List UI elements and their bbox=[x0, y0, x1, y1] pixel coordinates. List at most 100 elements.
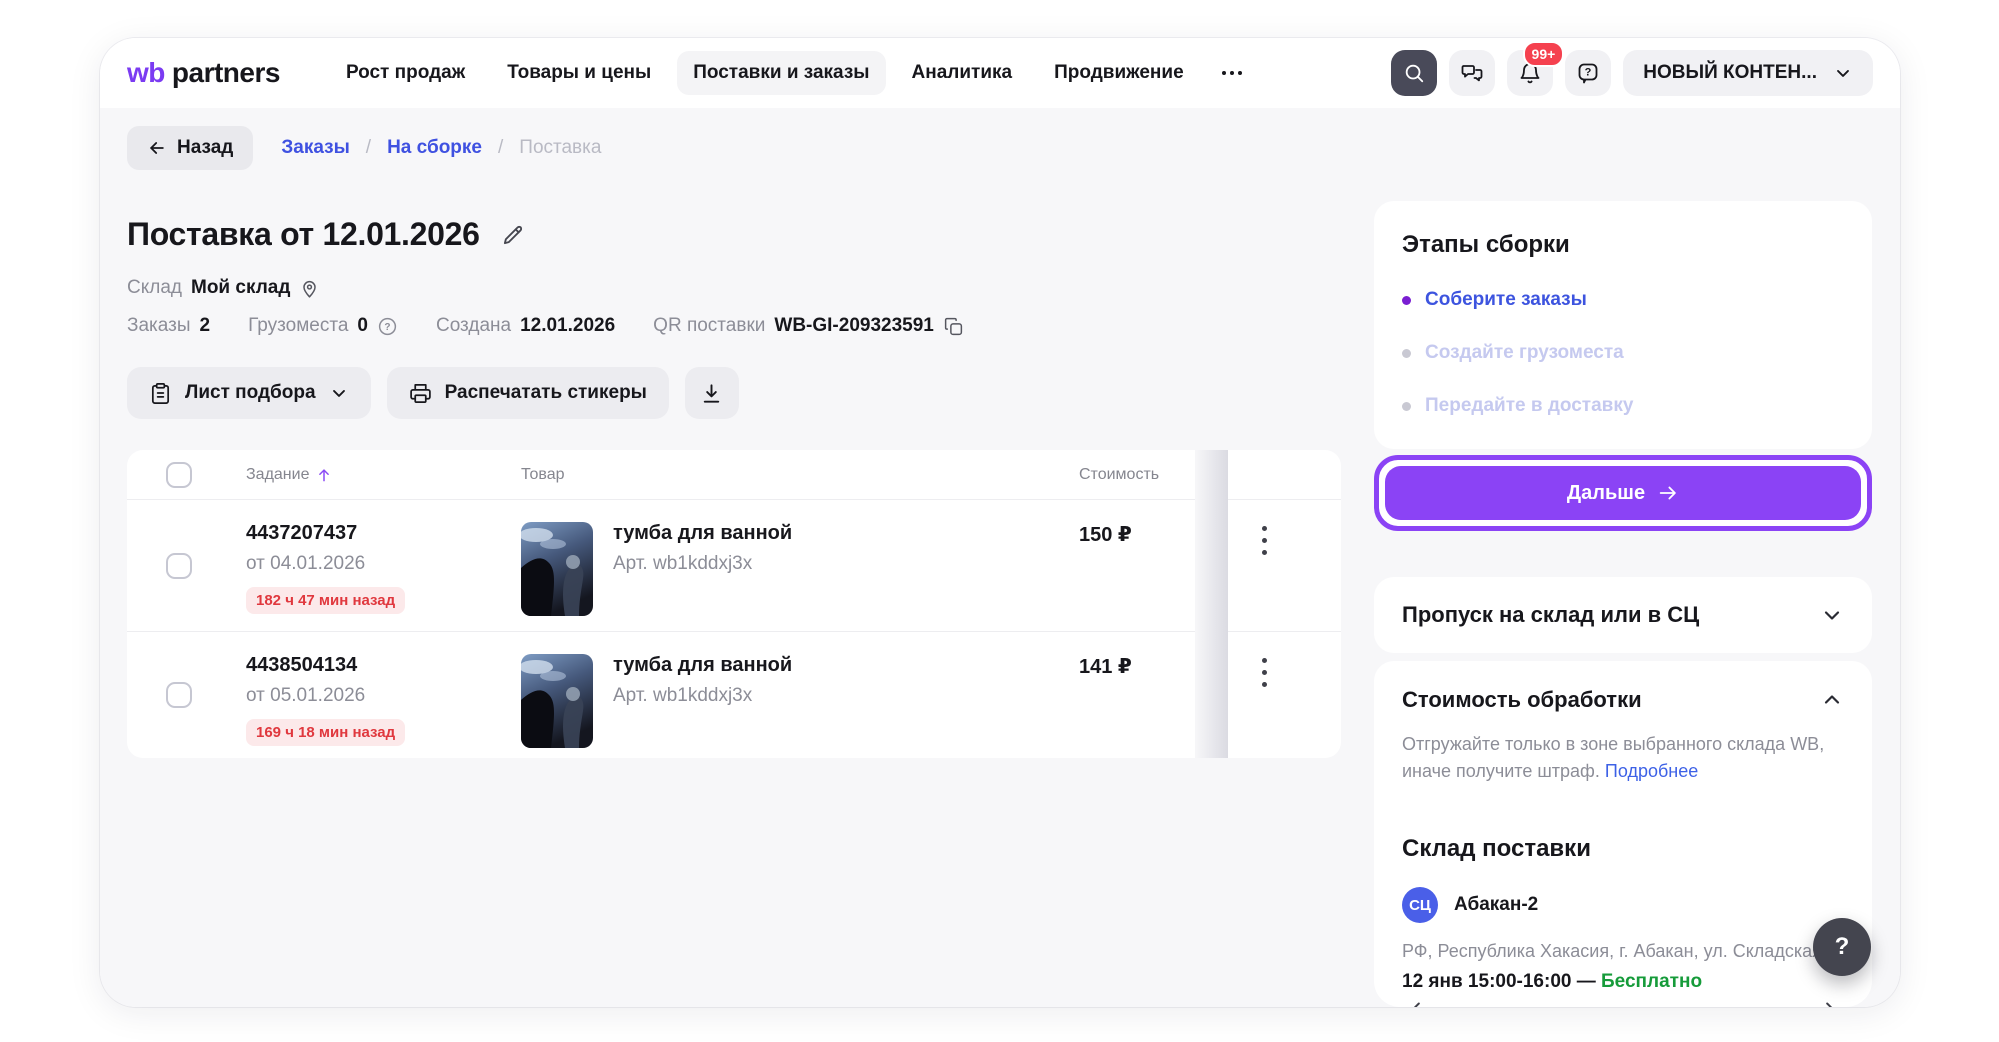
pick-list-label: Лист подбора bbox=[185, 382, 316, 404]
chevron-down-icon bbox=[329, 383, 349, 403]
nav-item-sales-growth[interactable]: Рост продаж bbox=[330, 51, 481, 95]
print-stickers-label: Распечатать стикеры bbox=[445, 382, 647, 404]
warehouse-name: Абакан-2 bbox=[1454, 894, 1538, 916]
next-slot-arrow[interactable] bbox=[1808, 993, 1842, 1007]
page-title: Поставка от 12.01.2026 bbox=[127, 216, 480, 253]
created-value: 12.01.2026 bbox=[520, 315, 615, 337]
product-image bbox=[521, 654, 593, 748]
nav-item-goods-prices[interactable]: Товары и цены bbox=[491, 51, 667, 95]
breadcrumb-assembling[interactable]: На сборке bbox=[387, 137, 482, 159]
processing-cost-header[interactable]: Стоимость обработки bbox=[1402, 687, 1844, 713]
assembly-stages-card: Этапы сборки Соберите заказы Создайте гр… bbox=[1374, 201, 1872, 449]
help-bubble-button[interactable]: ? bbox=[1565, 50, 1611, 96]
back-button[interactable]: Назад bbox=[127, 126, 253, 170]
nav-item-promotion[interactable]: Продвижение bbox=[1038, 51, 1200, 95]
arrow-right-icon bbox=[1657, 482, 1679, 504]
product-article: Арт. wb1kddxj3x bbox=[613, 553, 792, 575]
stage-pending-dot bbox=[1402, 402, 1411, 411]
app-window: wb partners Рост продаж Товары и цены По… bbox=[100, 38, 1900, 1007]
pick-list-button[interactable]: Лист подбора bbox=[127, 367, 371, 419]
processing-cost-card: Стоимость обработки Отгружайте только в … bbox=[1374, 661, 1872, 1007]
overdue-badge: 169 ч 18 мин назад bbox=[246, 719, 405, 746]
search-icon bbox=[1403, 62, 1425, 84]
orders-table: Задание Товар Стоимость bbox=[127, 450, 1341, 758]
chats-button[interactable] bbox=[1449, 50, 1495, 96]
breadcrumb-orders[interactable]: Заказы bbox=[281, 137, 349, 159]
created-label: Создана bbox=[436, 315, 511, 337]
sorting-center-badge: СЦ bbox=[1402, 887, 1438, 923]
task-id: 4438504134 bbox=[246, 654, 521, 677]
warehouse-value: Мой склад bbox=[191, 277, 290, 299]
chevron-down-icon bbox=[1820, 603, 1844, 627]
nav-item-supplies-orders[interactable]: Поставки и заказы bbox=[677, 51, 885, 95]
row-menu-kebab-icon[interactable] bbox=[1258, 522, 1341, 559]
supply-warehouse-title: Склад поставки bbox=[1402, 835, 1844, 863]
stage-collect-orders: Соберите заказы bbox=[1402, 287, 1844, 313]
breadcrumb-separator: / bbox=[498, 137, 503, 159]
price-value: 141 ₽ bbox=[1079, 632, 1195, 758]
question-mark-icon: ? bbox=[1835, 933, 1850, 961]
breadcrumb-separator: / bbox=[366, 137, 371, 159]
notifications-button[interactable]: 99+ bbox=[1507, 50, 1553, 96]
product-image bbox=[521, 522, 593, 616]
product-name: тумба для ванной bbox=[613, 654, 792, 677]
cargo-value: 0 bbox=[357, 315, 368, 337]
stage-active-dot bbox=[1402, 296, 1411, 305]
cargo-label: Грузоместа bbox=[248, 315, 348, 337]
main-nav: Рост продаж Товары и цены Поставки и зак… bbox=[330, 51, 1254, 95]
arrow-left-icon bbox=[147, 138, 167, 158]
product-name: тумба для ванной bbox=[613, 522, 792, 545]
row-menu-kebab-icon[interactable] bbox=[1258, 654, 1341, 691]
row-checkbox[interactable] bbox=[166, 682, 192, 708]
task-date: от 04.01.2026 bbox=[246, 553, 521, 575]
orders-label: Заказы bbox=[127, 315, 191, 337]
question-bubble-icon: ? bbox=[1576, 61, 1600, 85]
task-date: от 05.01.2026 bbox=[246, 685, 521, 707]
support-help-button[interactable]: ? bbox=[1813, 918, 1871, 976]
wb-partners-logo[interactable]: wb partners bbox=[127, 57, 280, 89]
top-bar: wb partners Рост продаж Товары и цены По… bbox=[100, 38, 1900, 108]
delivery-slot: 12 янв 15:00-16:00 — bbox=[1402, 971, 1596, 992]
chevron-up-icon bbox=[1820, 688, 1844, 712]
processing-cost-title: Стоимость обработки bbox=[1402, 687, 1642, 713]
print-stickers-button[interactable]: Распечатать стикеры bbox=[387, 367, 669, 419]
notification-count-badge: 99+ bbox=[1523, 41, 1565, 67]
price-value: 150 ₽ bbox=[1079, 500, 1195, 631]
location-pin-icon bbox=[299, 278, 320, 299]
sort-ascending-icon bbox=[315, 466, 333, 484]
content-switcher-label: НОВЫЙ КОНТЕН... bbox=[1643, 62, 1817, 84]
chevron-down-icon bbox=[1833, 63, 1853, 83]
stage-pending-dot bbox=[1402, 349, 1411, 358]
product-article: Арт. wb1kddxj3x bbox=[613, 685, 792, 707]
warehouse-label: Склад bbox=[127, 277, 182, 299]
svg-text:?: ? bbox=[384, 322, 390, 333]
nav-more-icon[interactable] bbox=[1210, 71, 1254, 75]
warehouse-pass-section[interactable]: Пропуск на склад или в СЦ bbox=[1374, 577, 1872, 653]
column-header-task[interactable]: Задание bbox=[246, 466, 521, 484]
edit-title-pencil-icon[interactable] bbox=[500, 222, 526, 248]
download-button[interactable] bbox=[685, 367, 739, 419]
download-icon bbox=[700, 382, 723, 405]
orders-value: 2 bbox=[200, 315, 211, 337]
row-checkbox[interactable] bbox=[166, 553, 192, 579]
question-circle-icon[interactable]: ? bbox=[377, 316, 398, 337]
back-button-label: Назад bbox=[177, 137, 233, 159]
search-button[interactable] bbox=[1391, 50, 1437, 96]
next-button[interactable]: Дальше bbox=[1385, 466, 1861, 520]
prev-slot-arrow[interactable] bbox=[1404, 993, 1438, 1007]
table-scroll-shadow bbox=[1195, 450, 1228, 758]
content-switcher[interactable]: НОВЫЙ КОНТЕН... bbox=[1623, 50, 1873, 96]
task-id: 4437207437 bbox=[246, 522, 521, 545]
qr-label: QR поставки bbox=[653, 315, 765, 337]
printer-icon bbox=[409, 382, 432, 405]
details-link[interactable]: Подробнее bbox=[1605, 761, 1698, 781]
qr-value: WB-GI-209323591 bbox=[774, 315, 933, 337]
nav-item-analytics[interactable]: Аналитика bbox=[896, 51, 1029, 95]
select-all-checkbox[interactable] bbox=[166, 462, 192, 488]
clipboard-icon bbox=[149, 382, 172, 405]
chat-bubbles-icon bbox=[1460, 61, 1484, 85]
column-header-price: Стоимость bbox=[1079, 466, 1195, 484]
table-row: 4437207437 от 04.01.2026 182 ч 47 мин на… bbox=[127, 500, 1195, 632]
column-header-product: Товар bbox=[521, 466, 1079, 484]
copy-icon[interactable] bbox=[943, 316, 964, 337]
